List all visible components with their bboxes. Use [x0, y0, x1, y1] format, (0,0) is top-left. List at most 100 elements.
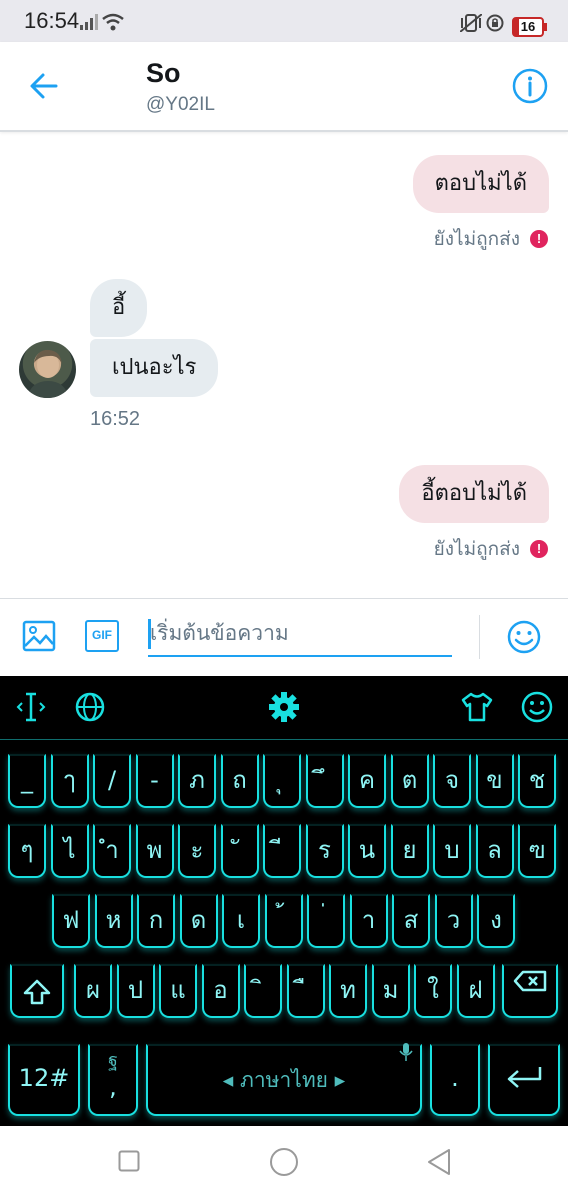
enter-key[interactable] — [488, 1044, 560, 1116]
comma-label: , — [109, 1073, 117, 1101]
info-icon[interactable] — [510, 66, 550, 106]
status-time: 16:54 — [24, 8, 80, 33]
char-key[interactable]: า — [349, 894, 388, 948]
text-cursor — [148, 619, 151, 649]
message-input[interactable]: เริ่มต้นข้อความ — [148, 613, 452, 657]
char-key[interactable]: ด — [179, 894, 218, 948]
char-key[interactable]: ื — [286, 964, 325, 1018]
globe-icon[interactable] — [74, 690, 106, 724]
shift-key[interactable] — [10, 964, 64, 1018]
char-key[interactable]: ว — [434, 894, 473, 948]
char-key[interactable]: ้ — [264, 894, 303, 948]
char-key[interactable]: ๅ — [50, 754, 89, 808]
battery-nub — [544, 23, 547, 31]
char-key[interactable]: ภ — [178, 754, 216, 808]
received-message-bubble[interactable]: อี้ — [90, 279, 148, 337]
error-icon: ! — [530, 230, 548, 248]
char-key[interactable]: ใ — [414, 964, 452, 1018]
contact-handle[interactable]: @Y02IL — [146, 94, 215, 116]
enter-icon — [507, 1067, 542, 1088]
char-key[interactable]: ร — [305, 824, 344, 878]
shift-icon — [23, 979, 51, 1005]
char-key[interactable]: ฝ — [456, 964, 495, 1018]
char-key[interactable]: ไ — [50, 824, 89, 878]
char-key[interactable]: ส — [392, 894, 430, 948]
char-key[interactable]: ฃ — [518, 824, 556, 878]
backspace-key[interactable] — [502, 964, 558, 1018]
char-key[interactable]: ิ — [244, 964, 282, 1018]
message-timestamp: 16:52 — [90, 408, 141, 430]
char-key[interactable]: ต — [390, 754, 429, 808]
comma-alt-label: ฐ — [108, 1050, 118, 1071]
sent-message-bubble[interactable]: อี้ตอบไม่ได้ — [399, 465, 549, 523]
char-key[interactable]: ผ — [74, 964, 112, 1018]
home-icon[interactable] — [269, 1147, 299, 1177]
char-key[interactable]: ย — [390, 824, 429, 878]
keyboard-emoji-icon[interactable] — [520, 690, 554, 724]
gif-button[interactable]: GIF — [85, 620, 119, 652]
contact-name[interactable]: So — [146, 58, 181, 89]
vibrate-icon — [460, 14, 482, 32]
char-key[interactable]: น — [348, 824, 386, 878]
status-bar: 16:54 16 — [0, 0, 568, 42]
char-key[interactable]: บ — [433, 824, 471, 878]
conversation-header: So @Y02IL — [0, 42, 568, 132]
char-key[interactable]: ่ — [307, 894, 345, 948]
error-icon: ! — [530, 540, 548, 558]
char-key[interactable]: พ — [135, 824, 174, 878]
char-key[interactable]: ช — [518, 754, 556, 808]
char-key[interactable]: ท — [329, 964, 367, 1018]
char-key[interactable]: ำ — [93, 824, 131, 878]
back-nav-icon[interactable] — [426, 1148, 452, 1176]
char-key[interactable]: ข — [475, 754, 514, 808]
char-key[interactable]: ง — [477, 894, 515, 948]
char-key[interactable]: ั — [220, 824, 259, 878]
char-key[interactable]: ึ — [305, 754, 344, 808]
message-composer: GIF เริ่มต้นข้อความ — [0, 598, 568, 676]
message-status[interactable]: ยังไม่ถูกส่ง ! — [434, 534, 548, 564]
back-arrow-icon[interactable] — [26, 68, 62, 104]
char-key[interactable]: แ — [159, 964, 197, 1018]
char-key[interactable]: เ — [222, 894, 260, 948]
microphone-icon — [399, 1043, 413, 1061]
char-key[interactable]: ป — [116, 964, 155, 1018]
char-key[interactable]: ะ — [178, 824, 216, 878]
avatar[interactable] — [19, 341, 76, 398]
settings-gear-icon[interactable] — [268, 690, 300, 724]
char-key[interactable]: ม — [371, 964, 410, 1018]
received-message-bubble[interactable]: เปนอะไร — [90, 339, 219, 397]
char-key[interactable]: ห — [94, 894, 133, 948]
char-key[interactable]: ฟ — [52, 894, 90, 948]
char-key[interactable]: - — [135, 754, 174, 808]
rotation-lock-icon — [486, 14, 504, 32]
char-key[interactable]: ค — [348, 754, 386, 808]
theme-shirt-icon[interactable] — [460, 690, 494, 724]
sent-message-bubble[interactable]: ตอบไม่ได้ — [412, 155, 549, 213]
char-key[interactable]: ๆ — [8, 824, 46, 878]
text-cursor-icon[interactable] — [16, 690, 46, 724]
signal-icon — [80, 14, 98, 30]
char-key[interactable]: / — [93, 754, 131, 808]
char-key[interactable]: ถ — [220, 754, 259, 808]
composer-divider — [479, 615, 480, 659]
system-nav-bar — [0, 1126, 568, 1200]
char-key[interactable]: ุ — [263, 754, 301, 808]
keyboard-toolbar — [0, 676, 568, 740]
char-key[interactable]: ี — [263, 824, 301, 878]
message-status[interactable]: ยังไม่ถูกส่ง ! — [434, 224, 548, 254]
recents-icon[interactable] — [118, 1150, 140, 1172]
not-sent-label: ยังไม่ถูกส่ง — [433, 228, 520, 250]
keyboard: _ๅ/-ภถุึคตจขชๆไำพะัีรนยบลฃฟหกดเ้่าสวงผปแ… — [0, 676, 568, 1126]
numbers-key[interactable]: 12# — [8, 1044, 80, 1116]
char-key[interactable]: จ — [433, 754, 471, 808]
comma-key[interactable]: ฐ , — [88, 1044, 138, 1116]
char-key[interactable]: อ — [201, 964, 240, 1018]
period-key[interactable]: . — [430, 1044, 480, 1116]
not-sent-label: ยังไม่ถูกส่ง — [433, 538, 520, 560]
char-key[interactable]: _ — [8, 754, 46, 808]
char-key[interactable]: ล — [475, 824, 514, 878]
emoji-icon[interactable] — [506, 619, 542, 655]
image-icon[interactable] — [22, 619, 56, 653]
char-key[interactable]: ก — [137, 894, 175, 948]
space-key[interactable]: ◂ ภาษาไทย ▸ — [146, 1043, 422, 1116]
